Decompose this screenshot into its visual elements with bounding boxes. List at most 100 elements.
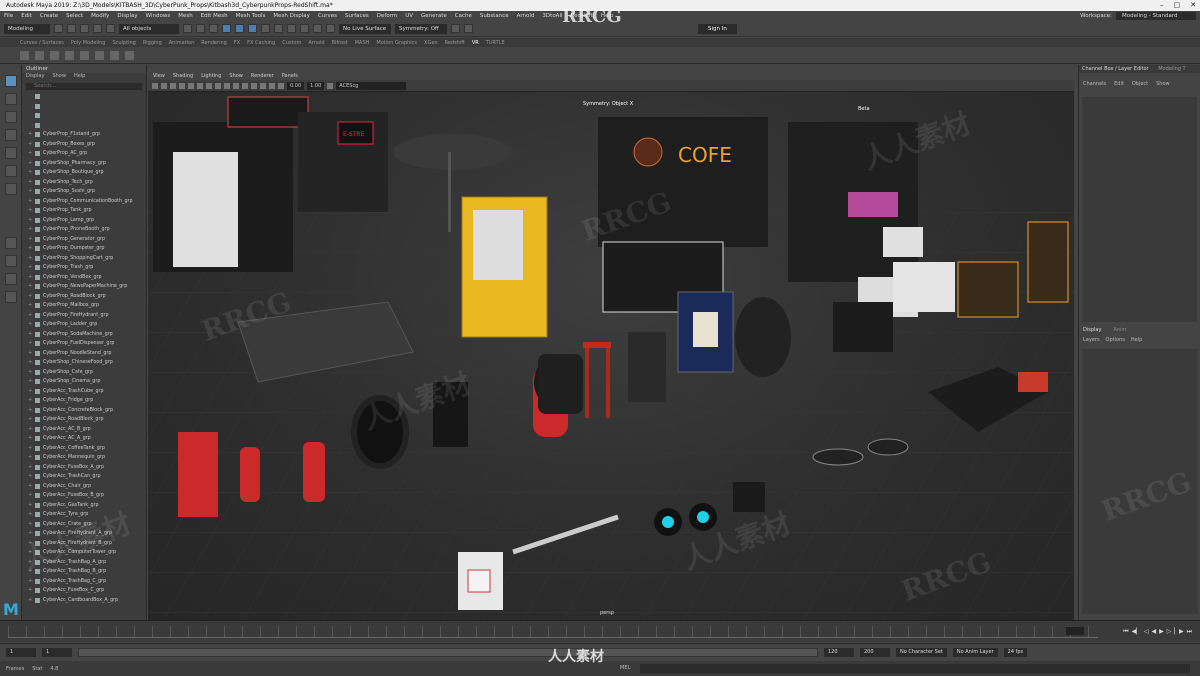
shelf-tool-icon[interactable]: [35, 50, 44, 60]
outliner-item[interactable]: + CyberProp_FuelDispenser_grp: [22, 339, 146, 349]
undo-icon[interactable]: [93, 24, 102, 33]
outliner-item[interactable]: + CyberProp_SodaMachine_grp: [22, 330, 146, 340]
time-slider[interactable]: ⏮ ◀▏ ◁ ◀ ▶ ▷ ▏▶ ⏭: [0, 620, 1200, 642]
expand-icon[interactable]: +: [28, 254, 32, 264]
outliner-item[interactable]: [22, 92, 146, 102]
film-gate-icon[interactable]: [197, 82, 203, 89]
expand-icon[interactable]: +: [28, 463, 32, 473]
shelf-tab-fx[interactable]: FX: [234, 40, 240, 46]
sign-in-button[interactable]: Sign In: [698, 24, 737, 34]
smooth-shade-icon[interactable]: [224, 82, 230, 89]
skip-start-icon[interactable]: ⏮: [1123, 628, 1128, 636]
outliner-item[interactable]: [22, 121, 146, 131]
shelf-tab-rigging[interactable]: Rigging: [143, 40, 162, 46]
expand-icon[interactable]: +: [28, 235, 32, 245]
expand-icon[interactable]: +: [28, 577, 32, 587]
expand-icon[interactable]: +: [28, 358, 32, 368]
workspace-dropdown[interactable]: Modeling - Standard: [1116, 12, 1196, 20]
menu-curves[interactable]: Curves: [318, 13, 337, 19]
layers-menu-layers[interactable]: Layers: [1083, 337, 1100, 343]
isolate-icon[interactable]: [269, 82, 275, 89]
outliner-item[interactable]: + CyberAcc_AC_A_grp: [22, 434, 146, 444]
rotate-tool-icon[interactable]: [4, 147, 17, 159]
expand-icon[interactable]: +: [28, 501, 32, 511]
mode-dropdown[interactable]: Modeling: [4, 23, 50, 34]
expand-icon[interactable]: +: [28, 539, 32, 549]
playback-start-field[interactable]: 1: [42, 648, 72, 657]
expand-icon[interactable]: +: [28, 168, 32, 178]
time-slider-track[interactable]: [8, 626, 1098, 638]
outliner-item[interactable]: [22, 102, 146, 112]
select-component-icon[interactable]: [209, 24, 218, 33]
outliner-item[interactable]: + CyberAcc_ConcreteBlock_grp: [22, 406, 146, 416]
expand-icon[interactable]: +: [28, 349, 32, 359]
shelf-tab-vr[interactable]: VR: [472, 40, 479, 46]
expand-icon[interactable]: +: [28, 339, 32, 349]
outliner-item[interactable]: + CyberProp_F1stand_grp: [22, 130, 146, 140]
outliner-item[interactable]: + CyberProp_Boxes_grp: [22, 140, 146, 150]
next-key-icon[interactable]: ▷: [1167, 628, 1172, 636]
outliner-item[interactable]: + CyberProp_VendBox_grp: [22, 273, 146, 283]
outliner-item[interactable]: + CyberShop_Sushi_grp: [22, 187, 146, 197]
shelf-tool-icon[interactable]: [20, 50, 29, 60]
color-management-icon[interactable]: [327, 82, 334, 89]
snap-curve-icon[interactable]: [235, 24, 244, 33]
snap-surface-icon[interactable]: [274, 24, 283, 33]
outliner-item[interactable]: + CyberProp_Tank_grp: [22, 206, 146, 216]
expand-icon[interactable]: +: [28, 216, 32, 226]
shelf-tab-motion-graphics[interactable]: Motion Graphics: [376, 40, 417, 46]
outliner-item[interactable]: + CyberProp_NoodleStand_grp: [22, 349, 146, 359]
expand-icon[interactable]: +: [28, 368, 32, 378]
scene-end-field[interactable]: 200: [860, 648, 890, 657]
shelf-tool-icon[interactable]: [125, 50, 134, 60]
expand-icon[interactable]: +: [28, 396, 32, 406]
menu-windows[interactable]: Windows: [146, 13, 171, 19]
shelf-tab-custom[interactable]: Custom: [282, 40, 301, 46]
menu-deform[interactable]: Deform: [377, 13, 397, 19]
channel-box-tab[interactable]: Channel Box / Layer Editor: [1082, 66, 1149, 72]
expand-icon[interactable]: +: [28, 149, 32, 159]
expand-icon[interactable]: +: [28, 311, 32, 321]
expand-icon[interactable]: +: [28, 159, 32, 169]
outliner-item[interactable]: + CyberAcc_Fridge_grp: [22, 396, 146, 406]
expand-icon[interactable]: +: [28, 472, 32, 482]
viewport-menu-panels[interactable]: Panels: [282, 73, 298, 79]
shelf-tab-bifrost[interactable]: Bifrost: [332, 40, 348, 46]
outliner-item[interactable]: + CyberProp_NewsPaperMachine_grp: [22, 282, 146, 292]
play-icon[interactable]: ▶: [1159, 628, 1164, 636]
snap-point-icon[interactable]: [248, 24, 257, 33]
paint-select-icon[interactable]: [4, 111, 17, 123]
menu-edit[interactable]: Edit: [21, 13, 32, 19]
shelf-tool-icon[interactable]: [80, 50, 89, 60]
shelf-tab-poly-modeling[interactable]: Poly Modeling: [71, 40, 106, 46]
expand-icon[interactable]: +: [28, 130, 32, 140]
expand-icon[interactable]: +: [28, 425, 32, 435]
shelf-tab-animation[interactable]: Animation: [169, 40, 195, 46]
channel-menu-object[interactable]: Object: [1132, 81, 1148, 87]
outliner-item[interactable]: + CyberAcc_TrashBag_C_grp: [22, 577, 146, 587]
menu-file[interactable]: File: [4, 13, 13, 19]
expand-icon[interactable]: +: [28, 567, 32, 577]
outliner-item[interactable]: + CyberProp_Mailbox_grp: [22, 301, 146, 311]
menu-3dtoall[interactable]: 3DtoAll: [542, 13, 562, 19]
outliner-item[interactable]: [22, 111, 146, 121]
shelf-tab-turtle[interactable]: TURTLE: [486, 40, 505, 46]
step-back-icon[interactable]: ◀▏: [1132, 628, 1141, 636]
shelf-tab-curves-surfaces[interactable]: Curves / Surfaces: [20, 40, 64, 46]
outliner-item[interactable]: + CyberProp_Trash_grp: [22, 263, 146, 273]
outliner-item[interactable]: + CyberProp_CommunicationBooth_grp: [22, 197, 146, 207]
outliner-item[interactable]: + CyberProp_AC_grp: [22, 149, 146, 159]
outliner-item[interactable]: + CyberAcc_AC_B_grp: [22, 425, 146, 435]
shelf-tab-arnold[interactable]: Arnold: [308, 40, 324, 46]
expand-icon[interactable]: +: [28, 263, 32, 273]
expand-icon[interactable]: +: [28, 178, 32, 188]
menu-mesh-tools[interactable]: Mesh Tools: [236, 13, 266, 19]
command-input[interactable]: [640, 664, 1190, 673]
skip-end-icon[interactable]: ⏭: [1187, 628, 1192, 636]
select-objects-dropdown[interactable]: All objects: [119, 23, 179, 34]
outliner-item[interactable]: + CyberProp_ShoppingCart_grp: [22, 254, 146, 264]
expand-icon[interactable]: +: [28, 292, 32, 302]
render-icon[interactable]: [300, 24, 309, 33]
menu-uv[interactable]: UV: [405, 13, 413, 19]
shelf-tab-sculpting[interactable]: Sculpting: [112, 40, 135, 46]
